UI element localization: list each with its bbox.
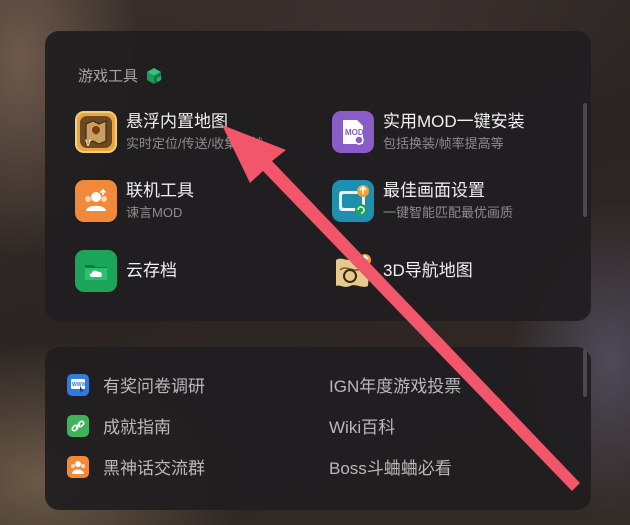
tool-title: 云存档 xyxy=(126,261,177,280)
cloud-save-icon xyxy=(75,250,117,292)
tool-title: 联机工具 xyxy=(126,181,194,200)
link-achievement-guide[interactable]: 成就指南 xyxy=(67,413,171,438)
tool-title: 实用MOD一键安装 xyxy=(383,112,525,131)
tool-subtitle: 一键智能匹配最优画质 xyxy=(383,205,514,220)
floating-map-icon: V xyxy=(75,111,117,153)
tool-3d-map[interactable]: 3D导航地图 xyxy=(332,250,473,292)
link-label: Wiki百科 xyxy=(329,418,396,437)
tool-mod-install[interactable]: MOD 实用MOD一键安装 包括换装/帧率提高等 xyxy=(332,111,525,153)
tool-title: 最佳画面设置 xyxy=(383,181,485,200)
link-wiki[interactable]: Wiki百科 xyxy=(329,413,395,438)
tool-multiplayer[interactable]: 联机工具 谏言MOD xyxy=(75,180,194,222)
link-label: 成就指南 xyxy=(103,418,171,437)
svg-text:V: V xyxy=(85,138,91,148)
link-label: 黑神话交流群 xyxy=(103,459,205,478)
mod-install-icon: MOD xyxy=(332,111,374,153)
graphics-settings-icon xyxy=(332,180,374,222)
cube-icon xyxy=(145,67,163,85)
tool-title: 3D导航地图 xyxy=(383,261,473,280)
tool-subtitle: 实时定位/传送/收集成就 xyxy=(126,136,264,151)
tool-title: 悬浮内置地图 xyxy=(126,112,228,131)
tools-scrollbar[interactable] xyxy=(583,103,587,217)
tool-cloud-save[interactable]: 云存档 xyxy=(75,250,177,292)
tool-floating-map[interactable]: V 悬浮内置地图 实时定位/传送/收集成就 xyxy=(75,111,263,153)
tool-subtitle: 谏言MOD xyxy=(126,205,183,220)
section-header: 游戏工具 xyxy=(78,65,163,86)
svg-text:MOD: MOD xyxy=(345,128,364,137)
link-ign-vote[interactable]: IGN年度游戏投票 xyxy=(329,372,461,397)
survey-icon: WWW xyxy=(67,373,89,396)
link-boss-guide[interactable]: Boss斗蛐蛐必看 xyxy=(329,454,452,479)
links-panel: WWW 有奖问卷调研 成就指南 黑神话交流群 IGN年度游戏投票 Wiki百科 … xyxy=(45,347,591,510)
section-title: 游戏工具 xyxy=(78,68,139,85)
link-group-chat[interactable]: 黑神话交流群 xyxy=(67,454,205,479)
group-chat-icon xyxy=(67,455,89,478)
link-label: Boss斗蛐蛐必看 xyxy=(329,459,452,478)
map-3d-icon xyxy=(332,250,374,292)
multiplayer-icon xyxy=(75,180,117,222)
link-icon xyxy=(67,414,89,437)
link-label: 有奖问卷调研 xyxy=(103,377,205,396)
link-survey[interactable]: WWW 有奖问卷调研 xyxy=(67,372,205,397)
tool-subtitle: 包括换装/帧率提高等 xyxy=(383,136,504,151)
svg-text:WWW: WWW xyxy=(72,382,86,388)
game-tools-panel: 游戏工具 V 悬浮内置地图 实时定位/传送/收集成就 MOD 实用MOD一键安装… xyxy=(45,31,591,321)
links-scrollbar[interactable] xyxy=(583,349,587,397)
tool-graphics-settings[interactable]: 最佳画面设置 一键智能匹配最优画质 xyxy=(332,180,513,222)
link-label: IGN年度游戏投票 xyxy=(329,377,462,396)
